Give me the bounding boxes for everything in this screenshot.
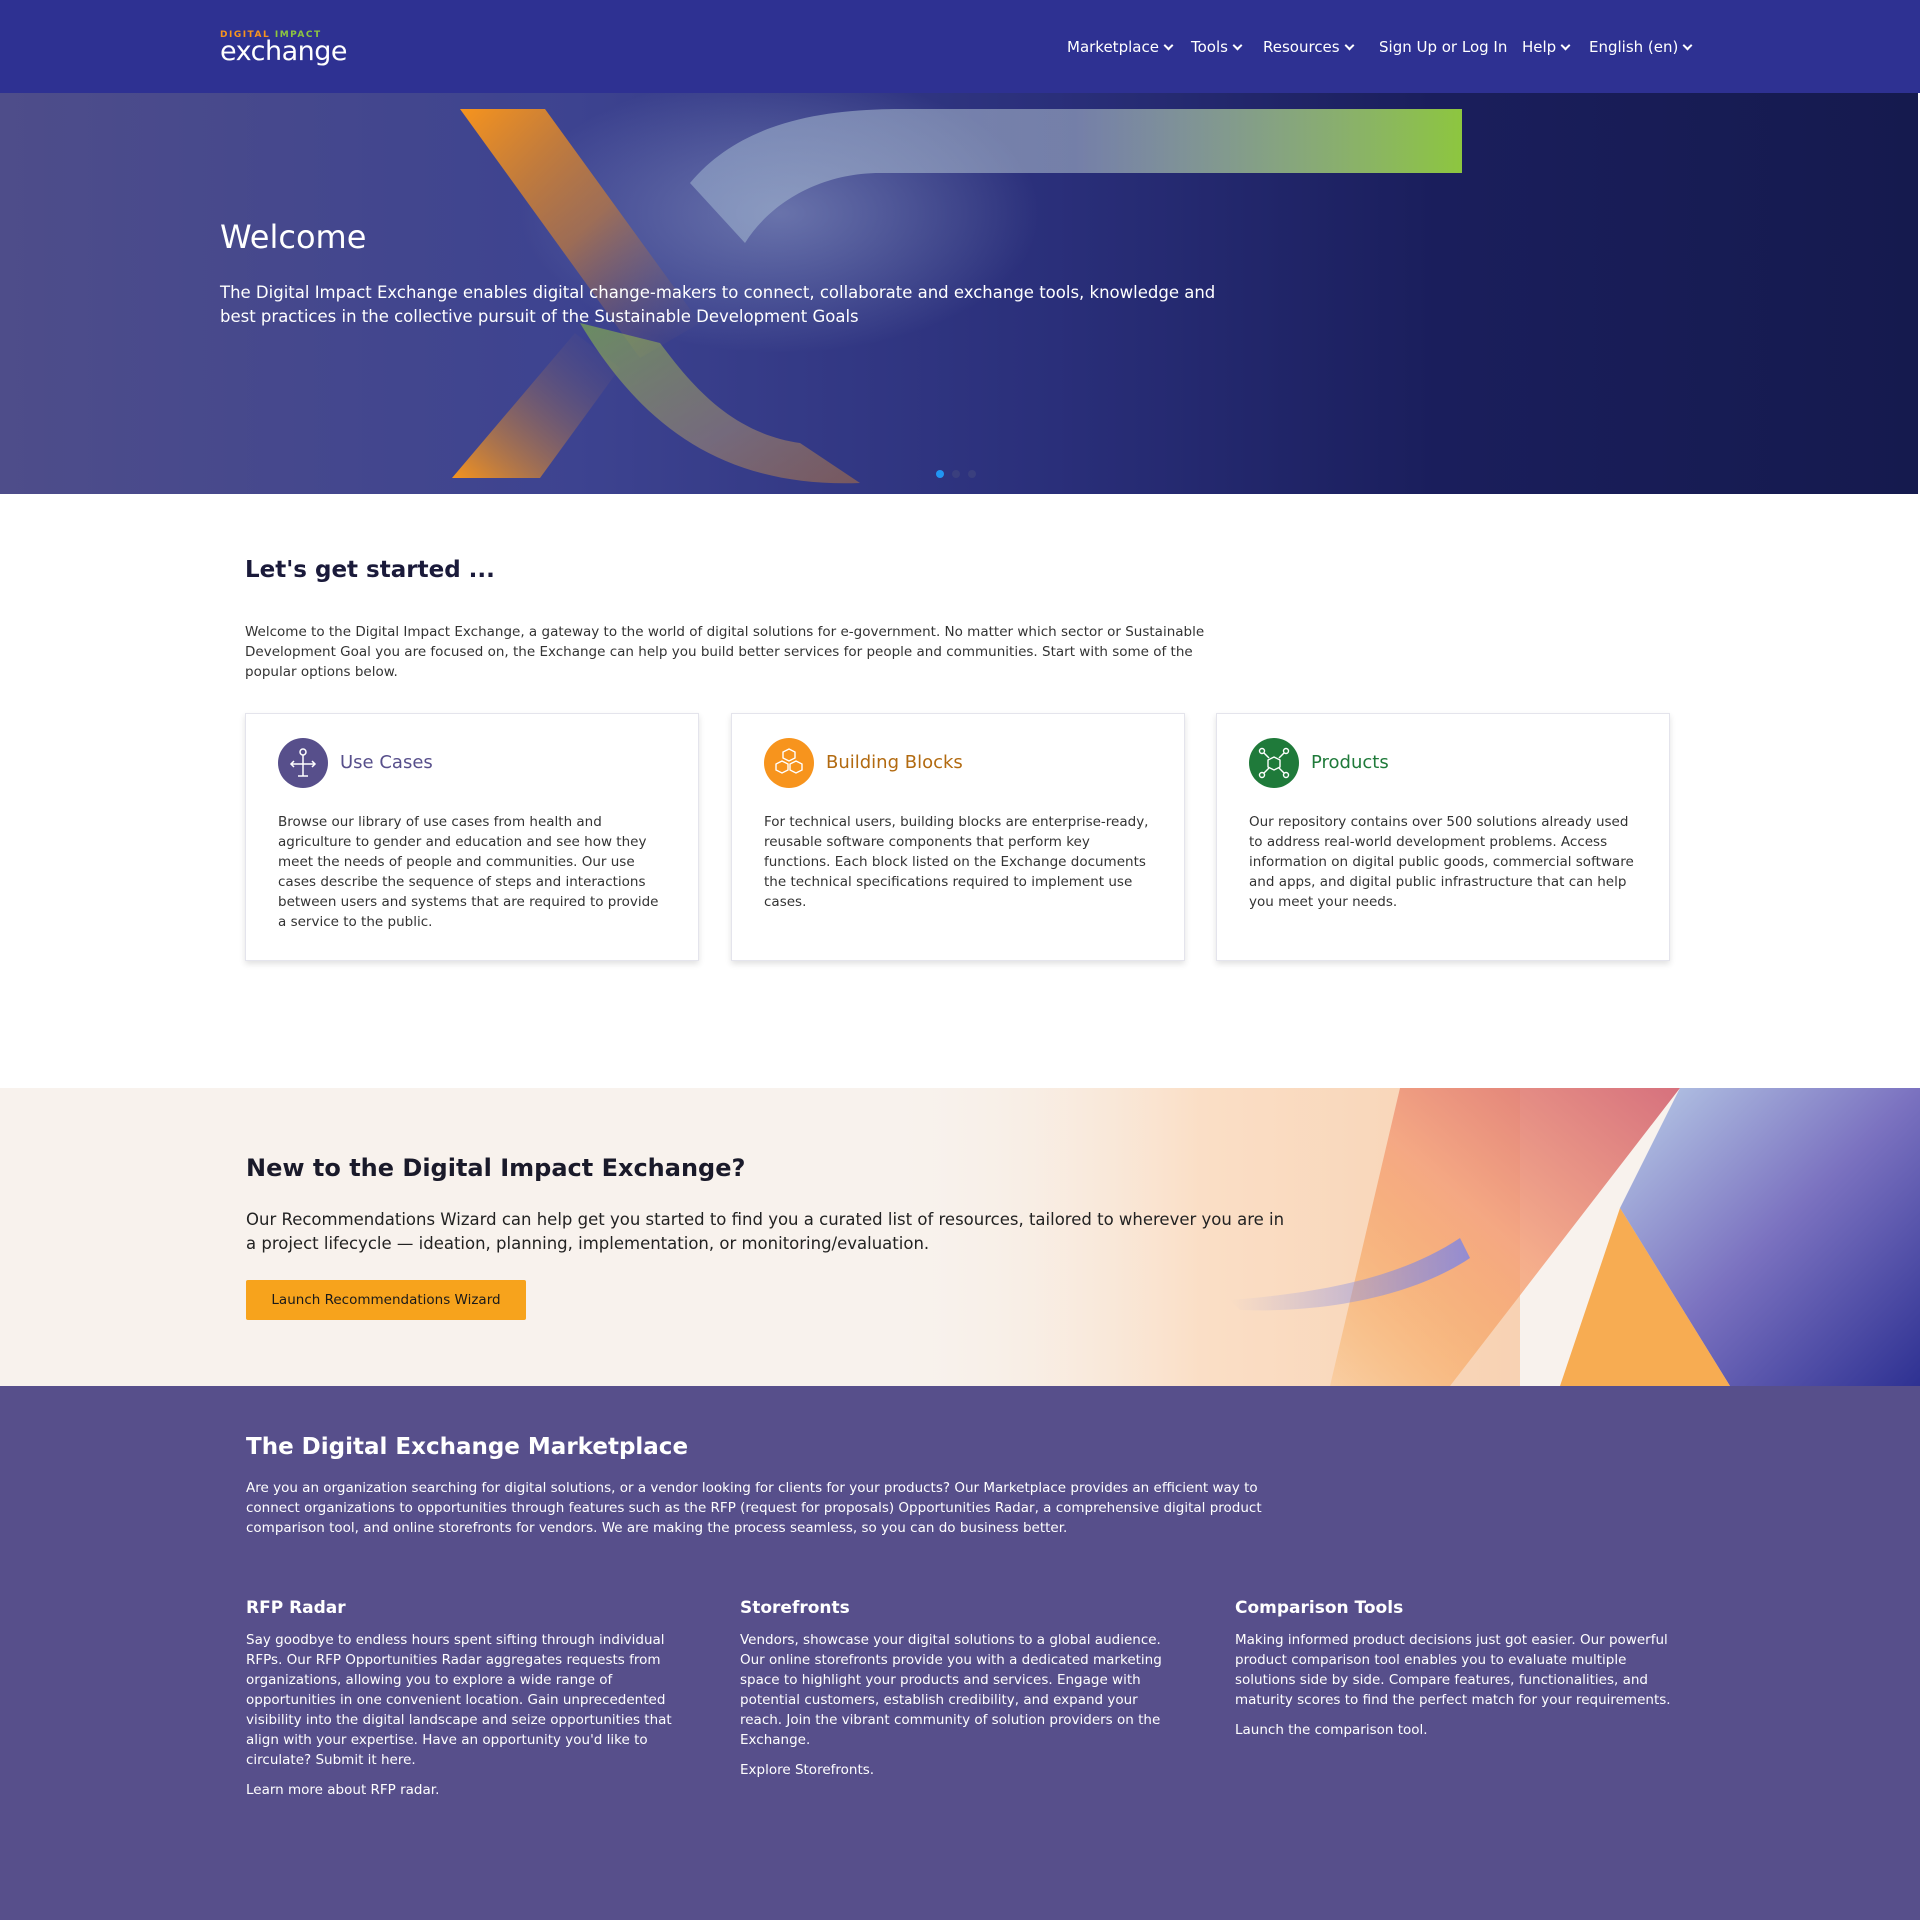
marketplace-section: The Digital Exchange Marketplace Are you…: [0, 1386, 1920, 1920]
launch-wizard-button[interactable]: Launch Recommendations Wizard: [246, 1280, 526, 1320]
card-products-text: Our repository contains over 500 solutio…: [1249, 814, 1634, 910]
rfp-radar-title: RFP Radar: [246, 1598, 346, 1618]
card-building-blocks-text: For technical users, building blocks are…: [764, 814, 1149, 910]
rfp-radar-column: RFP Radar Say goodbye to endless hours s…: [246, 1598, 686, 1800]
carousel-dot-1[interactable]: [936, 470, 944, 478]
chevron-down-icon: [1232, 40, 1243, 50]
nav-resources-label: Resources: [1263, 38, 1340, 56]
chevron-down-icon: [1682, 40, 1693, 50]
hero-title: Welcome: [220, 218, 367, 256]
products-icon: [1249, 738, 1299, 788]
carousel-dot-3[interactable]: [968, 470, 976, 478]
chevron-down-icon: [1560, 40, 1571, 50]
carousel-dot-2[interactable]: [952, 470, 960, 478]
nav-tools-label: Tools: [1191, 38, 1228, 56]
rfp-radar-link[interactable]: Learn more about RFP radar.: [246, 1780, 686, 1800]
new-to-description: Our Recommendations Wizard can help get …: [246, 1210, 1285, 1253]
get-started-title: Let's get started ...: [245, 557, 495, 583]
marketplace-description: Are you an organization searching for di…: [246, 1480, 1262, 1536]
nav-tools[interactable]: Tools: [1191, 37, 1243, 57]
card-products-title: Products: [1311, 752, 1389, 773]
card-products[interactable]: Products Our repository contains over 50…: [1216, 713, 1670, 961]
card-building-blocks-title: Building Blocks: [826, 752, 963, 773]
hero-description: The Digital Impact Exchange enables digi…: [220, 283, 1216, 326]
storefronts-title: Storefronts: [740, 1598, 850, 1618]
nav-help-label: Help: [1522, 38, 1557, 56]
get-started-description: Welcome to the Digital Impact Exchange, …: [245, 624, 1205, 680]
nav-help[interactable]: Help: [1522, 37, 1571, 57]
nav-language[interactable]: English (en): [1589, 37, 1693, 57]
nav-language-label: English (en): [1589, 38, 1679, 56]
nav-signup-login[interactable]: Sign Up or Log In: [1379, 37, 1507, 57]
comparison-tools-link[interactable]: Launch the comparison tool.: [1235, 1720, 1675, 1740]
nav-resources[interactable]: Resources: [1263, 37, 1355, 57]
use-cases-icon: [278, 738, 328, 788]
site-logo[interactable]: DIGITAL IMPACT exchange: [220, 28, 348, 68]
card-use-cases-title: Use Cases: [340, 752, 433, 773]
rfp-radar-text: Say goodbye to endless hours spent sifti…: [246, 1632, 672, 1768]
logo-wordmark: exchange: [220, 36, 348, 67]
chevron-down-icon: [1163, 40, 1174, 50]
building-blocks-icon: [764, 738, 814, 788]
nav-signup-label: Sign Up or Log In: [1379, 38, 1508, 56]
card-use-cases[interactable]: Use Cases Browse our library of use case…: [245, 713, 699, 961]
hero-carousel: Welcome The Digital Impact Exchange enab…: [0, 93, 1918, 494]
chevron-down-icon: [1344, 40, 1355, 50]
comparison-tools-text: Making informed product decisions just g…: [1235, 1632, 1671, 1708]
storefronts-column: Storefronts Vendors, showcase your digit…: [740, 1598, 1180, 1780]
comparison-tools-column: Comparison Tools Making informed product…: [1235, 1598, 1675, 1740]
storefronts-text: Vendors, showcase your digital solutions…: [740, 1632, 1162, 1748]
site-header: DIGITAL IMPACT exchange Marketplace Tool…: [0, 0, 1920, 93]
card-use-cases-text: Browse our library of use cases from hea…: [278, 814, 659, 930]
nav-marketplace-label: Marketplace: [1067, 38, 1159, 56]
carousel-indicators: [936, 470, 976, 478]
comparison-tools-title: Comparison Tools: [1235, 1598, 1404, 1618]
nav-marketplace[interactable]: Marketplace: [1067, 37, 1174, 57]
new-to-section: New to the Digital Impact Exchange? Our …: [0, 1088, 1920, 1386]
card-building-blocks[interactable]: Building Blocks For technical users, bui…: [731, 713, 1185, 961]
new-to-title: New to the Digital Impact Exchange?: [246, 1154, 746, 1182]
marketplace-title: The Digital Exchange Marketplace: [246, 1434, 689, 1460]
storefronts-link[interactable]: Explore Storefronts.: [740, 1760, 1180, 1780]
